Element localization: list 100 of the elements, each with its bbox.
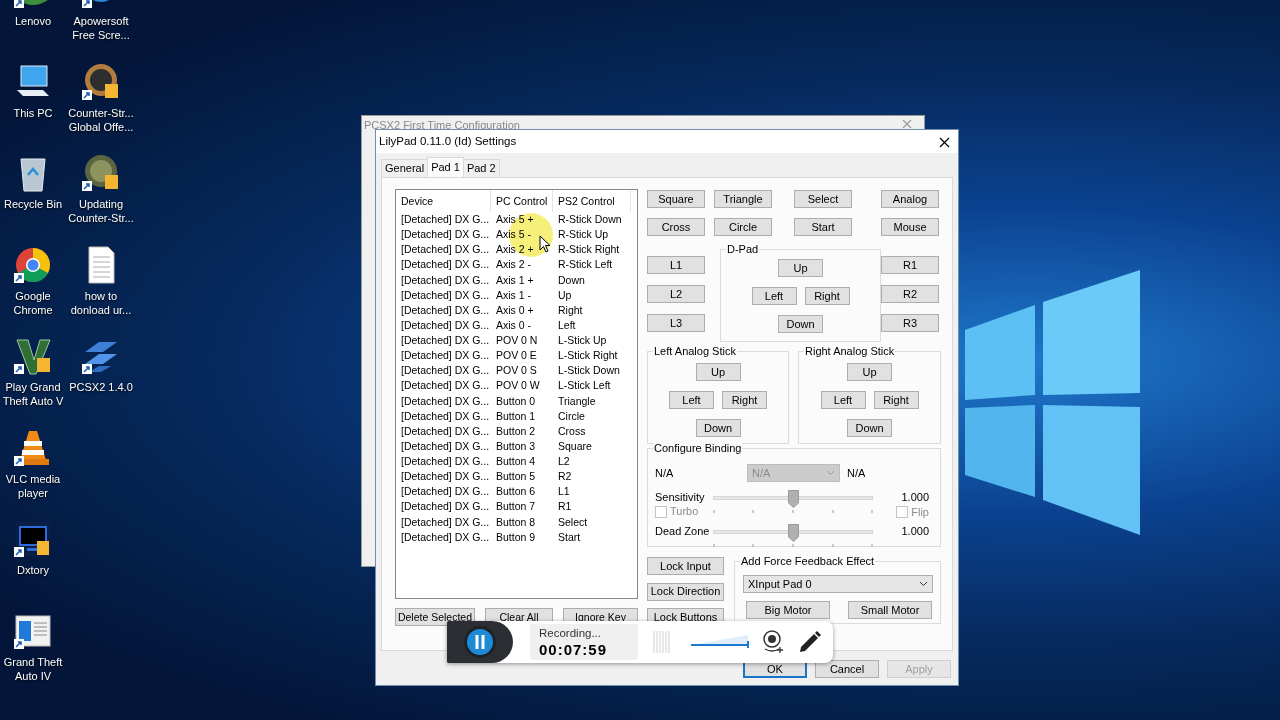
desktop-shortcut[interactable]: how to donload ur... [67, 240, 135, 332]
pad-button[interactable]: Delete Selected [395, 608, 475, 626]
pad-button[interactable]: R3 [881, 314, 939, 332]
table-cell: Cross [558, 423, 586, 439]
pad-button[interactable]: Cross [647, 218, 705, 236]
table-cell: L1 [558, 484, 570, 500]
pad-button[interactable]: Down [695, 419, 741, 437]
desktop-shortcut[interactable]: Updating Counter-Str... [67, 149, 135, 241]
slider-thumb[interactable] [787, 524, 799, 542]
table-cell: L-Stick Right [558, 348, 618, 364]
desktop-shortcut[interactable]: Recycle Bin [0, 149, 67, 241]
pad-button[interactable]: L2 [647, 285, 705, 303]
pad-button[interactable]: Right [722, 391, 767, 409]
pad-button[interactable]: Triangle [714, 190, 772, 208]
tab[interactable]: Pad 2 [462, 159, 500, 177]
pad-button[interactable]: Right [804, 287, 850, 305]
pad-button[interactable]: Mouse [881, 218, 939, 236]
pad-button[interactable]: Up [847, 363, 892, 381]
table-cell: [Detached] DX G... [401, 529, 490, 545]
table-cell: L-Stick Left [558, 378, 611, 394]
table-cell-text: Axis 5 + [496, 212, 534, 227]
pad-button[interactable]: Left [669, 391, 714, 409]
desktop-shortcut[interactable]: This PC [0, 57, 67, 149]
desktop-shortcut[interactable]: Apowersoft Free Scre... [67, 0, 135, 58]
pad-button[interactable]: Left [820, 391, 866, 409]
pad-button[interactable]: R1 [881, 256, 939, 274]
slider-label: Sensitivity [655, 490, 706, 504]
desktop-shortcut[interactable]: Grand Theft Auto IV [0, 606, 67, 698]
column-header[interactable]: Device [396, 190, 491, 212]
table-cell: [Detached] DX G... [401, 408, 490, 424]
table-cell: Axis 1 + [496, 272, 534, 288]
pad-button[interactable]: Start [794, 218, 852, 236]
pencil-button[interactable] [798, 629, 822, 655]
table-cell: R-Stick Up [558, 227, 609, 243]
pad-button[interactable]: L3 [647, 314, 705, 332]
pad-button[interactable]: L1 [647, 256, 705, 274]
pad-button[interactable]: Analog [881, 190, 939, 208]
pad-button[interactable]: Down [778, 315, 823, 333]
column-header[interactable]: PC Control [491, 190, 553, 212]
slider-label: Dead Zone [655, 524, 711, 538]
table-cell-text: [Detached] DX G... [401, 212, 490, 227]
table-cell: Button 2 [496, 423, 536, 439]
slider-reading: 1.000 [900, 524, 929, 538]
slider-thumb[interactable] [787, 490, 799, 508]
desktop-shortcut[interactable]: VLC media player [0, 423, 67, 515]
table-cell: Square [558, 438, 592, 454]
pad-button[interactable]: Select [794, 190, 852, 208]
pad-button[interactable]: Up [695, 363, 741, 381]
tab[interactable]: General [381, 159, 429, 177]
table-cell: L-Stick Down [558, 363, 620, 379]
table-cell: [Detached] DX G... [401, 242, 490, 258]
group-title: Right Analog Stick [804, 345, 896, 357]
table-cell: [Detached] DX G... [401, 378, 490, 394]
chevron-down-icon [919, 581, 928, 587]
webcam-button[interactable] [762, 629, 784, 655]
table-cell: [Detached] DX G... [401, 317, 490, 333]
pad-button[interactable]: Up [778, 259, 823, 277]
pad-button[interactable]: Lock Direction [647, 582, 724, 601]
dropdown[interactable]: XInput Pad 0 [743, 575, 933, 593]
group-title: D-Pad [726, 243, 760, 255]
table-cell: Axis 0 + [496, 302, 534, 318]
column-header[interactable]: PS2 Control [553, 190, 631, 212]
pause-icon [463, 625, 497, 659]
pad-button[interactable]: Right [873, 391, 919, 409]
recording-status: Recording... [539, 626, 602, 641]
table-cell: R-Stick Left [558, 257, 613, 273]
pad-button[interactable]: Circle [714, 218, 772, 236]
pad-button[interactable]: Big Motor [746, 601, 830, 619]
pad-button[interactable]: Down [847, 419, 892, 437]
desktop-shortcut[interactable]: Dxtory [0, 515, 67, 607]
tab[interactable]: Pad 1 [427, 157, 464, 177]
table-cell: Button 1 [496, 408, 536, 424]
table-cell-text: L2 [558, 454, 570, 469]
dialog-button[interactable]: Cancel [815, 660, 879, 678]
table-cell: [Detached] DX G... [401, 302, 490, 318]
table-cell: [Detached] DX G... [401, 514, 490, 530]
desktop-shortcut[interactable]: Counter-Str... Global Offe... [67, 57, 135, 149]
desktop-shortcut[interactable]: Play Grand Theft Auto V [0, 332, 67, 424]
table-cell: [Detached] DX G... [401, 469, 490, 485]
group-title: Configure Binding [653, 442, 743, 454]
table-cell: Start [558, 529, 581, 545]
binding-label: N/A [847, 465, 866, 481]
mouse-pointer-icon [539, 235, 551, 253]
pause-button[interactable] [463, 625, 497, 659]
desktop-shortcut[interactable]: Google Chrome [0, 240, 67, 332]
table-cell: Button 8 [496, 514, 536, 530]
table-cell: Axis 2 - [496, 257, 531, 273]
pad-button[interactable]: Small Motor [848, 601, 932, 619]
desktop-shortcut[interactable]: PCSX2 1.4.0 [67, 332, 135, 424]
desktop-shortcut[interactable]: Lenovo [0, 0, 67, 58]
table-cell: Button 7 [496, 499, 536, 515]
table-cell: [Detached] DX G... [401, 499, 490, 515]
pad-button[interactable]: Left [751, 287, 797, 305]
table-cell-text: L-Stick Up [558, 333, 607, 348]
pad-button[interactable]: R2 [881, 285, 939, 303]
pad-button[interactable]: Square [647, 190, 705, 208]
table-cell: POV 0 E [496, 348, 537, 364]
table-cell: Left [558, 317, 576, 333]
window-title: LilyPad 0.11.0 (Id) Settings [379, 133, 517, 149]
pad-button[interactable]: Lock Input [647, 557, 724, 575]
